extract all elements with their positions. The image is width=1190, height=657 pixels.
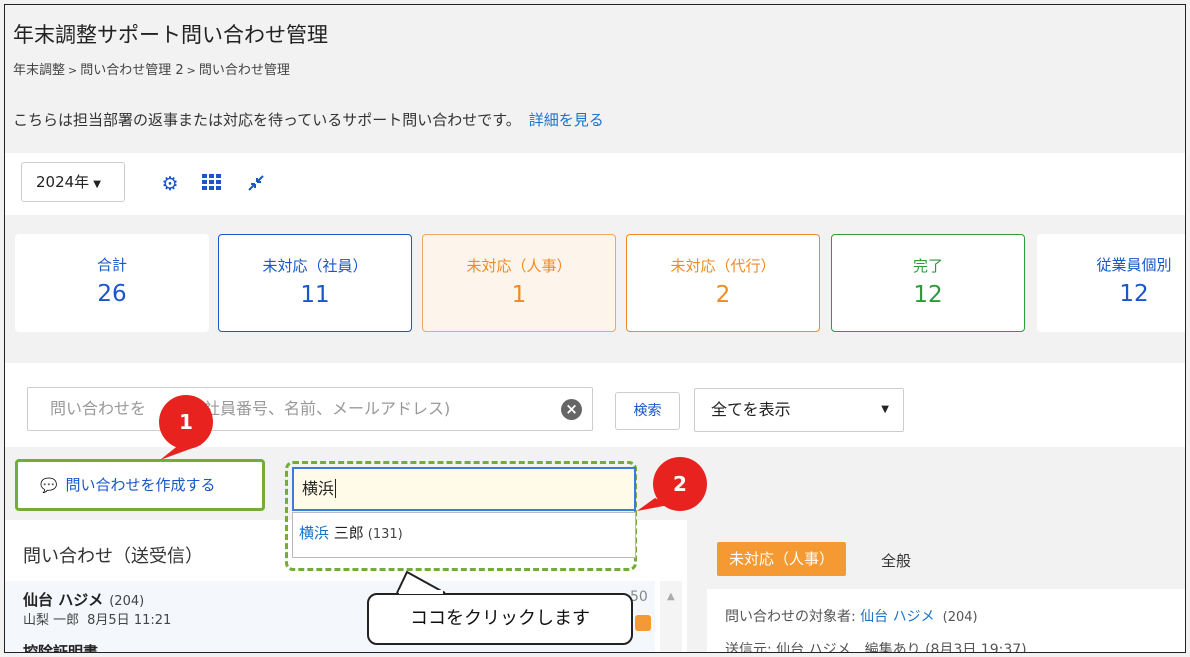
annotation-callout: ココをクリックします — [367, 593, 633, 645]
app-frame: 年末調整サポート問い合わせ管理 年末調整 > 問い合わせ管理 2 > 問い合わせ管理 こ… — [4, 4, 1186, 653]
callout-gap — [399, 590, 443, 594]
annotation-overlay — [160, 436, 669, 594]
annotation-marker-1: 1 — [159, 395, 213, 449]
annotation-marker-2: 2 — [653, 457, 707, 511]
